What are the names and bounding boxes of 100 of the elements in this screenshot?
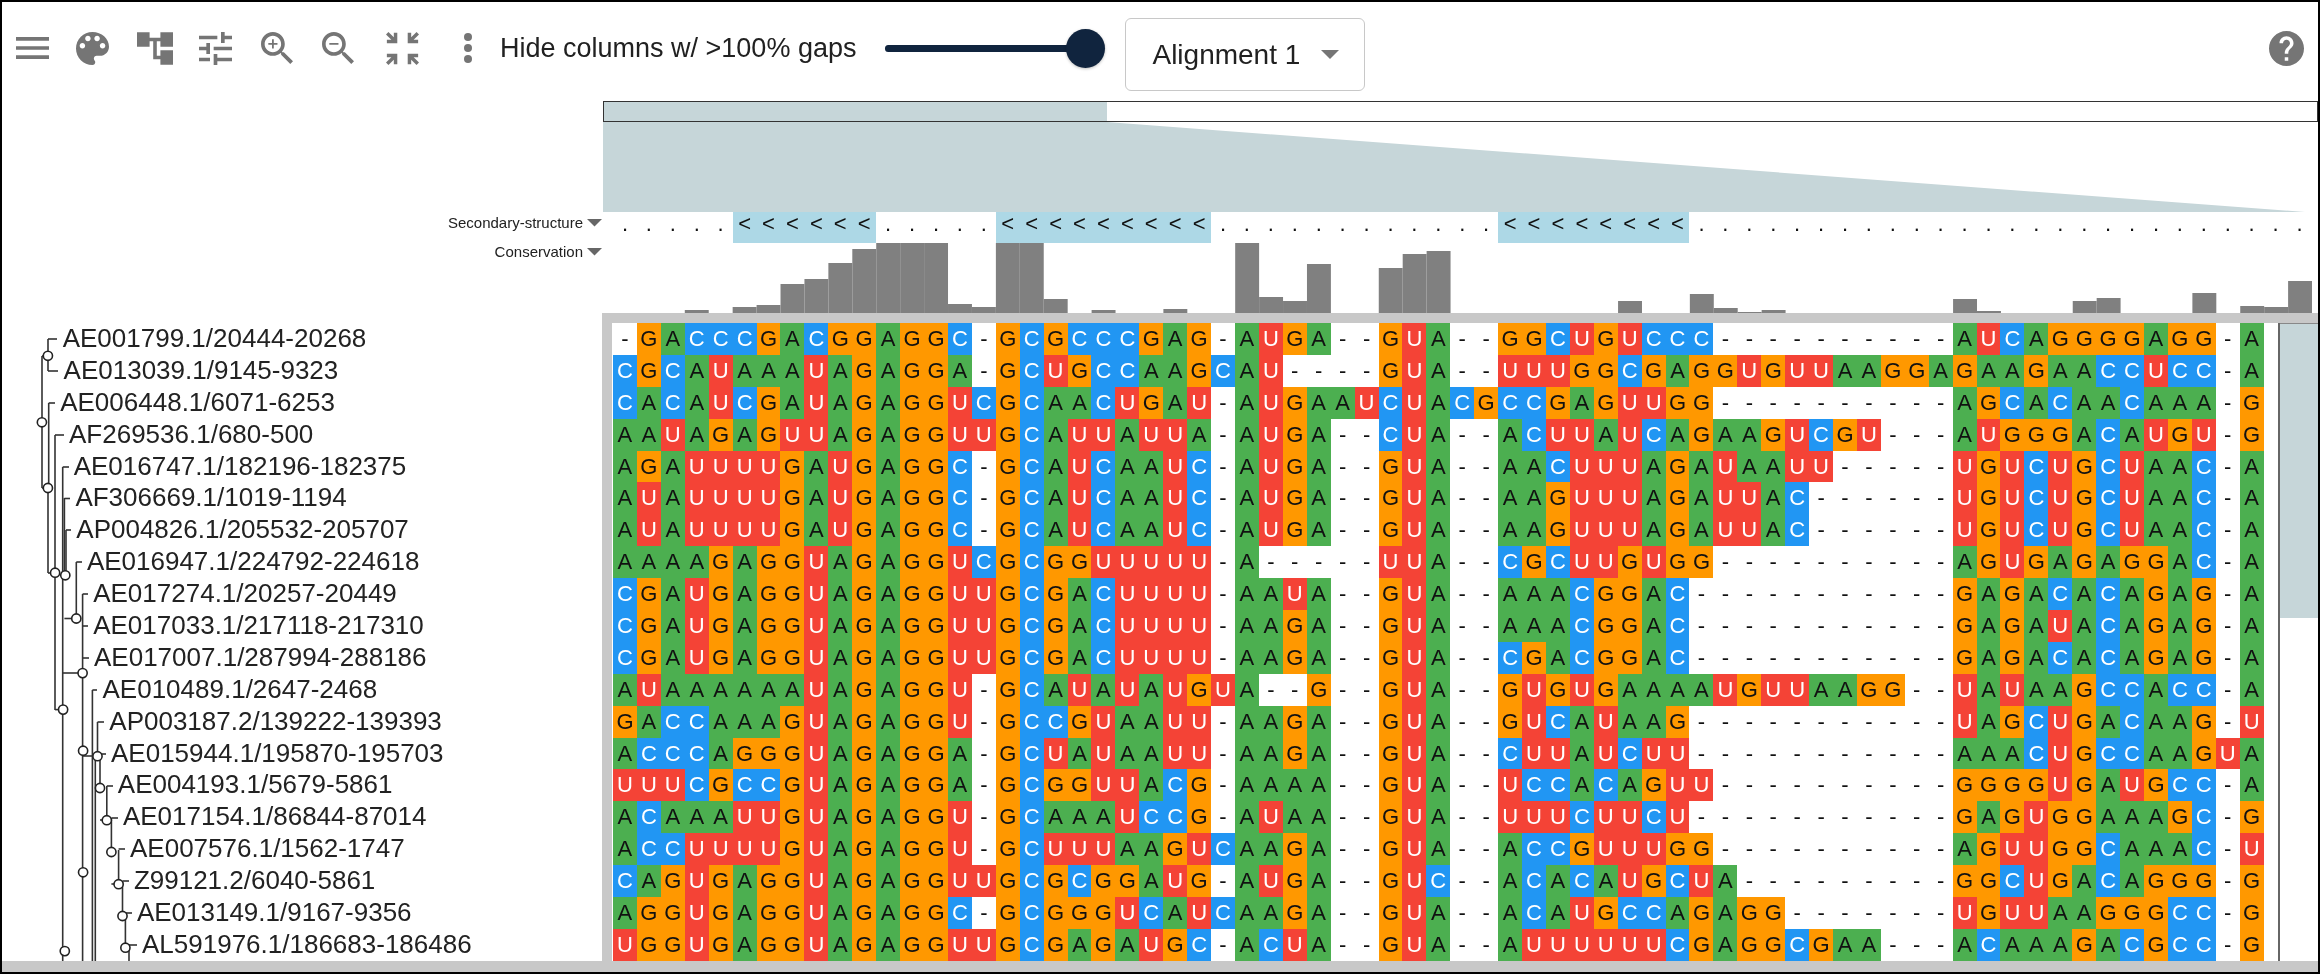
horizontal-scrollbar[interactable]: [2, 961, 2318, 972]
sequence-name[interactable]: AE001799.1/20444-20268: [62, 323, 367, 355]
caret-icon[interactable]: [587, 219, 602, 227]
slider-thumb[interactable]: [1066, 28, 1106, 68]
tree-node-icon[interactable]: [92, 750, 103, 762]
residue-cell: U: [1163, 610, 1188, 642]
tree-node-icon[interactable]: [42, 350, 54, 362]
residue-cell: C: [1019, 897, 1044, 929]
sequence-name[interactable]: AE017033.1/217118-217310: [93, 610, 424, 642]
tree-node-icon[interactable]: [70, 613, 82, 624]
sequence-name[interactable]: AL591976.1/186683-186486: [142, 928, 472, 961]
hierarchy-icon[interactable]: [137, 31, 173, 65]
tree-node-icon[interactable]: [94, 782, 106, 794]
tree-node-icon[interactable]: [77, 745, 89, 757]
residue-cell: U: [1569, 897, 1594, 929]
residue-cell: U: [1402, 514, 1427, 547]
residue-cell: A: [828, 737, 853, 770]
gap-cell-text: -: [1888, 643, 1898, 672]
gap-cell-text: -: [1457, 484, 1467, 513]
tree-node-icon[interactable]: [120, 942, 131, 954]
residue-cell: U: [1593, 514, 1618, 547]
residue-cell: U: [1522, 354, 1546, 387]
tree-node-icon[interactable]: [57, 704, 69, 715]
sequence-name[interactable]: Z99121.2/6040-5861: [133, 865, 376, 898]
residue-cell: G: [2072, 833, 2097, 866]
sequence-name[interactable]: AE013149.1/9167-9356: [136, 897, 412, 929]
help-icon[interactable]: [2269, 30, 2304, 66]
tree-node-icon[interactable]: [49, 567, 61, 579]
gap-cell-text: -: [979, 771, 989, 800]
tree-node-icon[interactable]: [59, 945, 71, 957]
sliders-icon[interactable]: [199, 31, 232, 65]
palette-icon[interactable]: [76, 31, 109, 65]
inward-arrows-icon[interactable]: [386, 31, 419, 65]
sequence-name[interactable]: AE006448.1/6071-6253: [60, 386, 335, 419]
residue-cell: G: [1665, 482, 1690, 515]
residue-cell: U: [2000, 897, 2025, 929]
alignment-dropdown[interactable]: Alignment 1: [1125, 18, 1366, 91]
residue-cell: G: [1378, 610, 1403, 642]
residue-cell: A: [1713, 928, 1738, 961]
gap-cell-text: -: [1457, 580, 1467, 609]
residue-cell: A: [1498, 833, 1523, 866]
residue-cell: A: [2096, 386, 2121, 419]
gap-cell-text: -: [979, 675, 989, 704]
sequence-name[interactable]: AF269536.1/680-500: [69, 418, 314, 451]
gap-cell-text: -: [1266, 675, 1276, 704]
sequence-name[interactable]: AE017274.1/20257-20449: [93, 578, 397, 610]
gap-cell-text: -: [1840, 867, 1850, 896]
residue-cell: A: [1545, 578, 1570, 610]
conservation-bar: [2192, 293, 2217, 313]
sequence-name[interactable]: AE015944.1/195870-195703: [111, 737, 444, 770]
sequence-name[interactable]: AE004193.1/5679-5861: [117, 769, 393, 802]
sequence-name[interactable]: AE016747.1/182196-182375: [73, 450, 407, 483]
residue-cell: G: [2167, 865, 2192, 898]
residue-cell: U: [1163, 641, 1188, 674]
residue-cell: G: [1761, 418, 1786, 451]
more-options-icon[interactable]: [464, 33, 472, 63]
sequence-name[interactable]: AP003187.2/139222-139393: [109, 705, 442, 738]
gap-cell-text: -: [1864, 388, 1874, 417]
gap-cell-text: -: [1457, 739, 1467, 768]
tree-node-icon[interactable]: [106, 846, 117, 858]
zoom-in-icon[interactable]: [261, 32, 293, 64]
tree-node-icon[interactable]: [117, 910, 128, 922]
residue-cell: A: [1522, 450, 1546, 483]
residue-cell: G: [995, 737, 1020, 770]
caret-icon: [1321, 50, 1340, 59]
sequence-name[interactable]: AE016947.1/224792-224618: [86, 546, 420, 579]
zoom-out-icon[interactable]: [322, 32, 354, 64]
tree-node-icon[interactable]: [113, 878, 124, 890]
menu-icon[interactable]: [16, 37, 49, 59]
gap-cell-text: -: [2223, 516, 2233, 545]
gap-cell-text: -: [1457, 612, 1467, 640]
gap-cell-text: -: [1361, 803, 1372, 832]
sequence-name[interactable]: AE013039.1/9145-9323: [63, 354, 339, 387]
sequence-name[interactable]: AP004826.1/205532-205707: [76, 514, 409, 547]
gap-cell-text: -: [2223, 707, 2233, 736]
scrollbar-thumb[interactable]: [2280, 323, 2318, 618]
sequence-name[interactable]: AE017007.1/287994-288186: [94, 641, 427, 674]
tree-node-icon[interactable]: [101, 814, 113, 826]
sequence-name[interactable]: AE007576.1/1562-1747: [130, 833, 405, 866]
vertical-scrollbar[interactable]: [2278, 323, 2318, 961]
tree-node-icon[interactable]: [59, 569, 71, 581]
tree-node-icon[interactable]: [77, 866, 89, 878]
residue-cell: A: [2120, 865, 2144, 898]
overview-track[interactable]: [603, 101, 2318, 122]
sequence-name[interactable]: AE017154.1/86844-87014: [122, 801, 427, 834]
residue-cell: U: [1402, 833, 1427, 866]
residue-cell: G: [1139, 323, 1164, 355]
sequence-name[interactable]: AE010489.1/2647-2468: [102, 673, 378, 706]
tree-node-icon[interactable]: [36, 416, 48, 428]
tree-node-icon[interactable]: [42, 482, 54, 494]
gap-cell-text: -: [1912, 516, 1922, 545]
gap-cell-text: -: [1888, 388, 1898, 417]
residue-cell: U: [1402, 897, 1427, 929]
caret-icon[interactable]: [587, 248, 602, 256]
residue-cell: G: [924, 514, 948, 547]
residue-cell: A: [1067, 610, 1092, 642]
sequence-name[interactable]: AF306669.1/1019-1194: [75, 482, 347, 515]
gap-cell-text: -: [1481, 803, 1491, 832]
residue-cell: C: [684, 769, 709, 802]
tree-node-icon[interactable]: [77, 667, 88, 679]
